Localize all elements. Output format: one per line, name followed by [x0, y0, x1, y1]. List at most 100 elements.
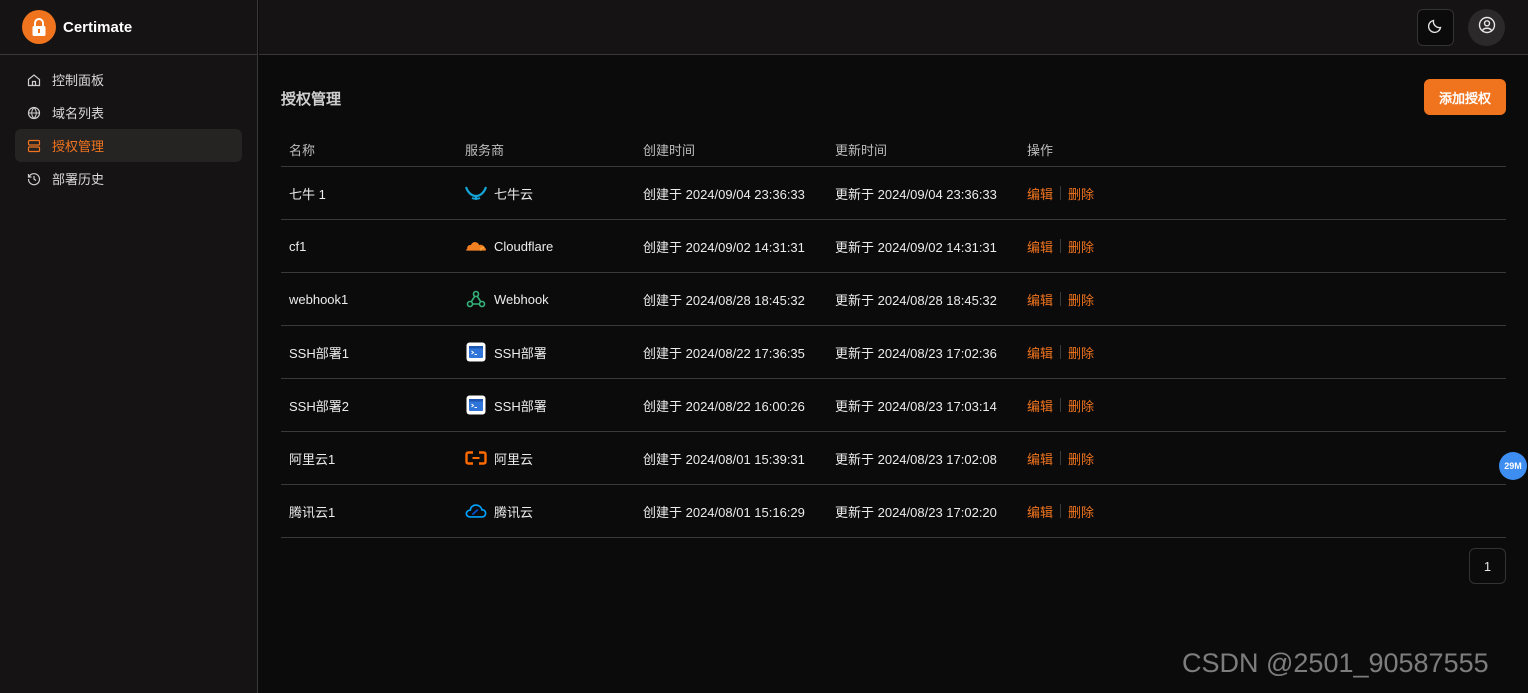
column-header-created: 创建时间 [643, 143, 696, 158]
sidebar-item-label: 域名列表 [52, 106, 105, 121]
row-actions: 编辑 删除 [1020, 237, 1094, 256]
table-row: 七牛 1 七牛云 创建于 2024/09/04 23:36:33 更新于 202… [281, 167, 1506, 220]
access-table: 名称 服务商 创建时间 更新时间 操作 七牛 1 七牛云 创建于 2024/09… [281, 133, 1506, 538]
sidebar: Certimate 控制面板 域名列表 授权管理 部署历史 [0, 0, 258, 693]
row-name: SSH部署1 [289, 345, 349, 361]
column-header-name: 名称 [289, 143, 316, 158]
row-provider: 阿里云 [458, 447, 636, 469]
row-created: 创建于 2024/08/22 17:36:35 [643, 345, 805, 361]
provider-name: SSH部署 [494, 345, 547, 361]
delete-button[interactable]: 删除 [1068, 343, 1094, 362]
row-updated: 更新于 2024/08/23 17:03:14 [835, 398, 997, 414]
row-provider: 腾讯云 [458, 500, 636, 522]
sidebar-item-dashboard[interactable]: 控制面板 [15, 63, 242, 96]
delete-button[interactable]: 删除 [1068, 237, 1094, 256]
edit-button[interactable]: 编辑 [1027, 184, 1053, 203]
delete-button[interactable]: 删除 [1068, 290, 1094, 309]
edit-button[interactable]: 编辑 [1027, 237, 1053, 256]
page-title: 授权管理 [281, 91, 342, 108]
provider-name: Cloudflare [494, 238, 554, 254]
history-icon [26, 171, 42, 187]
provider-name: 七牛云 [494, 186, 534, 202]
cloudflare-icon [465, 235, 487, 257]
sidebar-item-history[interactable]: 部署历史 [15, 162, 242, 195]
row-actions: 编辑 删除 [1020, 396, 1094, 415]
tencent-cloud-icon [465, 500, 487, 522]
user-circle-icon [1478, 16, 1496, 39]
provider-name: SSH部署 [494, 398, 547, 414]
provider-name: 腾讯云 [494, 504, 534, 520]
app-name: Certimate [63, 18, 133, 36]
sidebar-item-domains[interactable]: 域名列表 [15, 96, 242, 129]
divider [1060, 398, 1062, 412]
row-name: SSH部署2 [289, 398, 349, 414]
home-icon [26, 72, 42, 88]
delete-button[interactable]: 删除 [1068, 502, 1094, 521]
brand[interactable]: Certimate [0, 0, 257, 55]
user-menu-button[interactable] [1468, 9, 1505, 46]
provider-name: 阿里云 [494, 451, 534, 467]
delete-button[interactable]: 删除 [1068, 449, 1094, 468]
server-icon [26, 138, 42, 154]
divider [1060, 345, 1062, 359]
floating-widget-badge[interactable]: 29M [1499, 452, 1527, 480]
delete-button[interactable]: 删除 [1068, 396, 1094, 415]
row-provider: SSH部署 [458, 341, 636, 363]
moon-icon [1427, 17, 1444, 38]
row-created: 创建于 2024/08/28 18:45:32 [643, 292, 805, 308]
theme-toggle-button[interactable] [1417, 9, 1454, 46]
edit-button[interactable]: 编辑 [1027, 290, 1053, 309]
row-actions: 编辑 删除 [1020, 449, 1094, 468]
divider [1060, 186, 1062, 200]
divider [1060, 292, 1062, 306]
column-header-actions: 操作 [1027, 143, 1054, 158]
sidebar-nav: 控制面板 域名列表 授权管理 部署历史 [0, 55, 257, 195]
row-name: 阿里云1 [289, 451, 336, 467]
table-row: cf1 Cloudflare 创建于 2024/09/02 14:31:31 更… [281, 220, 1506, 273]
row-created: 创建于 2024/08/01 15:39:31 [643, 451, 805, 467]
qiniu-icon [465, 182, 487, 204]
table-row: 阿里云1 阿里云 创建于 2024/08/01 15:39:31 更新于 202… [281, 432, 1506, 485]
sidebar-item-label: 授权管理 [52, 139, 105, 154]
add-access-button[interactable]: 添加授权 [1424, 79, 1506, 115]
row-provider: 七牛云 [458, 182, 636, 204]
watermark: CSDN @2501_90587555 [1182, 648, 1489, 678]
row-provider: Cloudflare [458, 235, 636, 257]
sidebar-item-access[interactable]: 授权管理 [15, 129, 242, 162]
top-bar [259, 0, 1528, 55]
table-row: webhook1 Webhook 创建于 2024/08/28 18:45:32… [281, 273, 1506, 326]
row-created: 创建于 2024/09/02 14:31:31 [643, 239, 805, 255]
table-row: 腾讯云1 腾讯云 创建于 2024/08/01 15:16:29 更新于 202… [281, 485, 1506, 538]
row-provider: Webhook [458, 288, 636, 310]
provider-name: Webhook [494, 291, 549, 307]
ssh-icon [465, 394, 487, 416]
aliyun-icon [465, 447, 487, 469]
lock-icon [22, 10, 56, 44]
row-created: 创建于 2024/09/04 23:36:33 [643, 186, 805, 202]
divider [1060, 504, 1062, 518]
table-row: SSH部署1 SSH部署 创建于 2024/08/22 17:36:35 更新于… [281, 326, 1506, 379]
pagination-page-button[interactable]: 1 [1469, 548, 1506, 584]
row-updated: 更新于 2024/08/28 18:45:32 [835, 292, 997, 308]
sidebar-item-label: 部署历史 [52, 172, 105, 187]
row-actions: 编辑 删除 [1020, 502, 1094, 521]
column-header-provider: 服务商 [465, 143, 505, 158]
sidebar-item-label: 控制面板 [52, 73, 105, 88]
webhook-icon [465, 288, 487, 310]
globe-icon [26, 105, 42, 121]
row-provider: SSH部署 [458, 394, 636, 416]
row-actions: 编辑 删除 [1020, 343, 1094, 362]
row-updated: 更新于 2024/08/23 17:02:20 [835, 504, 997, 520]
row-name: 腾讯云1 [289, 504, 336, 520]
edit-button[interactable]: 编辑 [1027, 343, 1053, 362]
delete-button[interactable]: 删除 [1068, 184, 1094, 203]
edit-button[interactable]: 编辑 [1027, 502, 1053, 521]
row-actions: 编辑 删除 [1020, 290, 1094, 309]
edit-button[interactable]: 编辑 [1027, 396, 1053, 415]
column-header-updated: 更新时间 [835, 143, 888, 158]
row-name: 七牛 1 [289, 186, 326, 202]
row-updated: 更新于 2024/09/02 14:31:31 [835, 239, 997, 255]
divider [1060, 451, 1062, 465]
row-actions: 编辑 删除 [1020, 184, 1094, 203]
edit-button[interactable]: 编辑 [1027, 449, 1053, 468]
